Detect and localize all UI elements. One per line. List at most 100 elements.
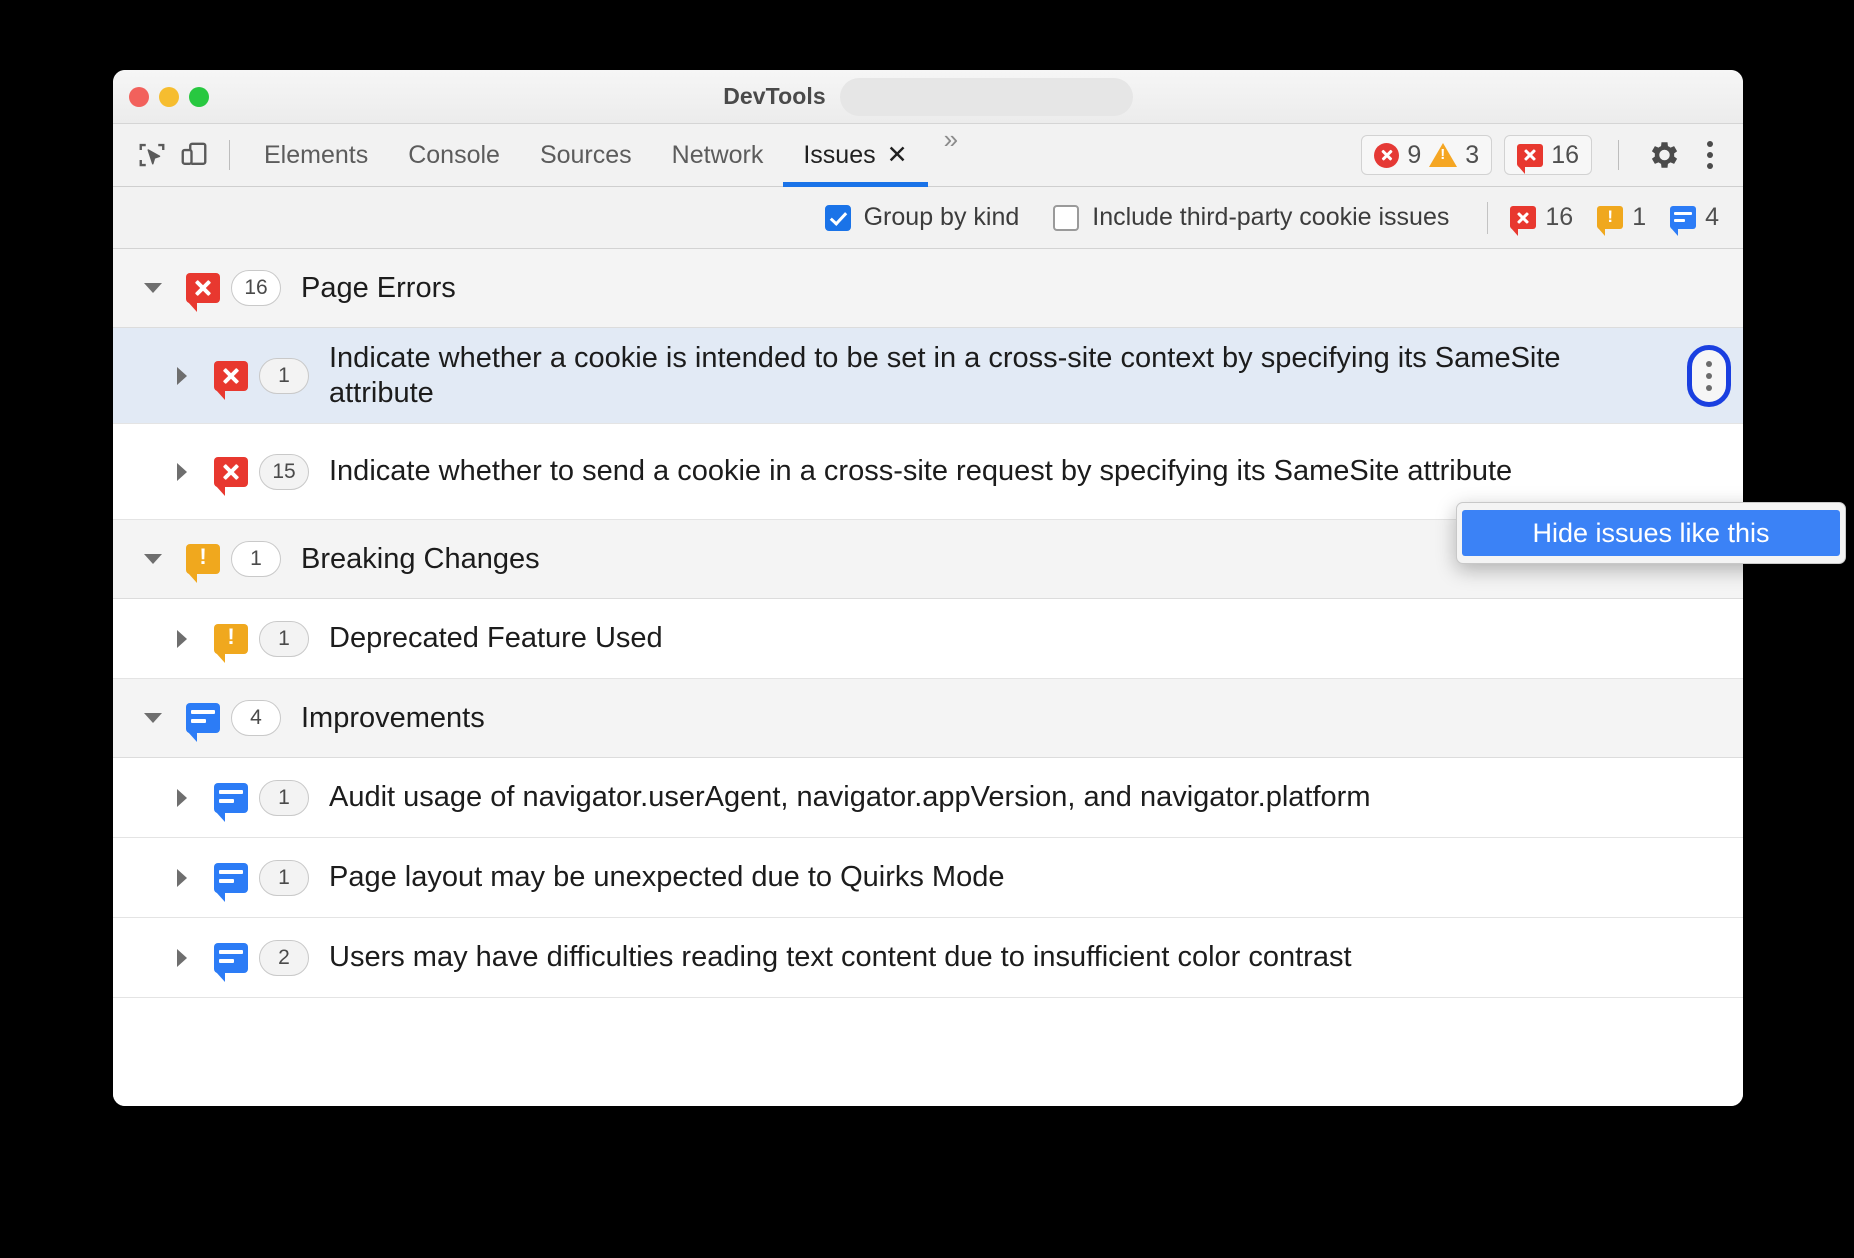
tab-elements[interactable]: Elements — [244, 124, 388, 187]
chevron-right-icon[interactable] — [159, 787, 203, 809]
issue-count-pill: 15 — [259, 454, 309, 490]
issues-count: 16 — [1551, 141, 1579, 170]
issue-title: Indicate whether to send a cookie in a c… — [329, 454, 1512, 489]
issue-bubble-info-icon — [214, 863, 248, 893]
close-window-button[interactable] — [129, 87, 149, 107]
vertical-dots-icon[interactable] — [1693, 135, 1727, 175]
close-icon[interactable]: ✕ — [887, 143, 908, 168]
minimize-window-button[interactable] — [159, 87, 179, 107]
group-header-improvements[interactable]: 4 Improvements — [113, 679, 1743, 758]
device-toolbar-icon[interactable] — [173, 134, 215, 176]
issue-count-pill: 1 — [259, 358, 309, 394]
chevron-down-icon[interactable] — [131, 710, 175, 726]
chevron-right-icon[interactable] — [159, 461, 203, 483]
chevron-right-icon[interactable] — [159, 628, 203, 650]
screenshot-root: DevTools — [0, 0, 1854, 1258]
warning-count: 3 — [1465, 141, 1479, 170]
issue-context-menu[interactable]: Hide issues like this — [1456, 502, 1846, 564]
chevron-down-icon[interactable] — [131, 280, 175, 296]
include-third-party-label: Include third-party cookie issues — [1092, 203, 1449, 232]
tab-label: Sources — [540, 141, 632, 170]
title-search-pill — [840, 78, 1133, 116]
group-kind-icon-wrap — [175, 273, 231, 303]
issue-kind-icon-wrap: ! — [203, 624, 259, 654]
group-by-kind-checkbox[interactable]: Group by kind — [825, 203, 1020, 232]
circle-x-icon — [1374, 143, 1399, 168]
checkbox-box[interactable] — [825, 205, 851, 231]
issue-kind-counts: 16 ! 1 4 — [1510, 203, 1719, 232]
issue-title: Deprecated Feature Used — [329, 621, 663, 656]
issue-bubble-error-icon — [1517, 144, 1543, 167]
info-count-group[interactable]: 4 — [1670, 203, 1719, 232]
group-kind-icon-wrap — [175, 703, 231, 733]
group-title: Breaking Changes — [301, 543, 540, 576]
chevron-right-icon[interactable] — [159, 867, 203, 889]
issue-row-deprecated-feature[interactable]: ! 1 Deprecated Feature Used — [113, 599, 1743, 679]
warning-count-value: 1 — [1632, 203, 1646, 232]
issue-bubble-error-icon — [214, 361, 248, 391]
issue-row-samesite-set[interactable]: 1 Indicate whether a cookie is intended … — [113, 328, 1743, 424]
issue-count-pill: 1 — [259, 780, 309, 816]
tab-network[interactable]: Network — [652, 124, 784, 187]
zoom-window-button[interactable] — [189, 87, 209, 107]
issue-bubble-info-icon — [186, 703, 220, 733]
chevron-down-icon[interactable] — [131, 551, 175, 567]
issue-kind-icon-wrap — [203, 783, 259, 813]
issue-count-pill: 1 — [259, 621, 309, 657]
issue-kind-icon-wrap — [203, 457, 259, 487]
warning-count-group[interactable]: ! 1 — [1597, 203, 1646, 232]
issue-bubble-info-icon — [1670, 206, 1696, 229]
issue-bubble-info-icon — [214, 783, 248, 813]
issue-row-navigator-audit[interactable]: 1 Audit usage of navigator.userAgent, na… — [113, 758, 1743, 838]
gear-icon[interactable] — [1645, 137, 1681, 173]
inspect-element-icon[interactable] — [131, 134, 173, 176]
issue-title: Users may have difficulties reading text… — [329, 940, 1352, 975]
error-count-group[interactable]: 16 — [1510, 203, 1573, 232]
window-title: DevTools — [723, 83, 826, 110]
error-count-value: 16 — [1545, 203, 1573, 232]
devtools-window: DevTools — [113, 70, 1743, 1106]
issue-title: Page layout may be unexpected due to Qui… — [329, 860, 1004, 895]
error-count: 9 — [1407, 141, 1421, 170]
info-count-value: 4 — [1705, 203, 1719, 232]
chevron-right-icon[interactable] — [159, 947, 203, 969]
issue-row-quirks-mode[interactable]: 1 Page layout may be unexpected due to Q… — [113, 838, 1743, 918]
window-titlebar: DevTools — [113, 70, 1743, 124]
tab-issues[interactable]: Issues ✕ — [783, 124, 927, 187]
issue-bubble-warning-icon: ! — [186, 544, 220, 574]
issues-list: 16 Page Errors 1 Indicate whether a cook… — [113, 249, 1743, 1106]
group-kind-icon-wrap: ! — [175, 544, 231, 574]
list-empty-space — [113, 998, 1743, 1058]
issue-row-color-contrast[interactable]: 2 Users may have difficulties reading te… — [113, 918, 1743, 998]
issue-bubble-error-icon — [1510, 206, 1536, 229]
issue-bubble-error-icon — [214, 457, 248, 487]
issue-bubble-info-icon — [214, 943, 248, 973]
tab-label: Issues — [803, 141, 875, 170]
issue-kind-icon-wrap — [203, 361, 259, 391]
warning-triangle-icon — [1429, 143, 1457, 167]
menu-item-hide-issues-like-this[interactable]: Hide issues like this — [1462, 510, 1840, 556]
filterbar-divider — [1487, 202, 1488, 234]
checkbox-box[interactable] — [1053, 205, 1079, 231]
issue-row-menu-button[interactable] — [1687, 345, 1731, 407]
group-header-page-errors[interactable]: 16 Page Errors — [113, 249, 1743, 328]
issue-title: Indicate whether a cookie is intended to… — [329, 341, 1569, 411]
issues-filter-bar: Group by kind Include third-party cookie… — [113, 187, 1743, 249]
group-title: Page Errors — [301, 272, 456, 305]
issues-counter[interactable]: 16 — [1504, 135, 1592, 175]
issue-bubble-warning-icon: ! — [214, 624, 248, 654]
group-by-kind-label: Group by kind — [864, 203, 1020, 232]
issue-title: Audit usage of navigator.userAgent, navi… — [329, 780, 1370, 815]
group-title: Improvements — [301, 702, 485, 735]
chevron-right-icon[interactable] — [159, 365, 203, 387]
toolbar-divider-right — [1618, 140, 1619, 170]
console-counters[interactable]: 9 3 — [1361, 135, 1492, 175]
include-third-party-cookie-issues-checkbox[interactable]: Include third-party cookie issues — [1053, 203, 1449, 232]
tab-console[interactable]: Console — [388, 124, 520, 187]
group-count-pill: 16 — [231, 270, 281, 306]
tab-sources[interactable]: Sources — [520, 124, 652, 187]
devtools-tabstrip: Elements Console Sources Network Issues … — [113, 124, 1743, 187]
group-count-pill: 1 — [231, 541, 281, 577]
issue-count-pill: 2 — [259, 940, 309, 976]
more-tabs-icon[interactable]: » — [928, 124, 971, 187]
